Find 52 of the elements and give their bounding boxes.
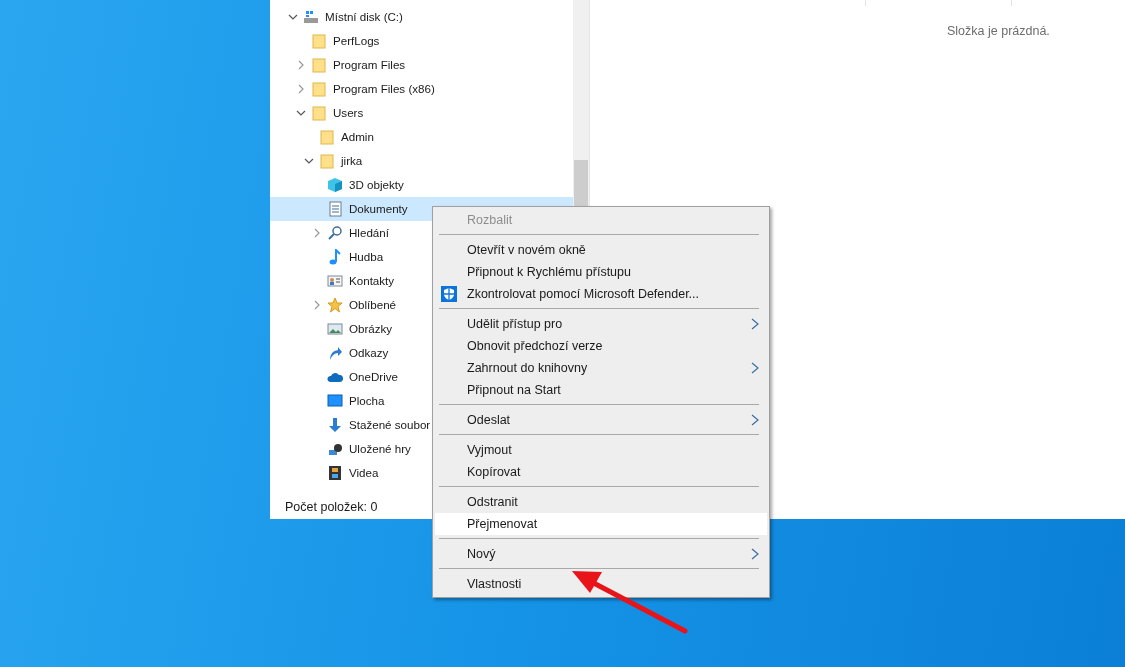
folder-icon [319, 153, 335, 169]
menu-item[interactable]: Odstranit [435, 491, 767, 513]
folder-icon [311, 81, 327, 97]
game-piece-icon [327, 441, 343, 457]
chevron-right-icon[interactable] [312, 228, 322, 238]
tree-item[interactable]: jirka [270, 149, 573, 173]
drive-icon [303, 9, 319, 25]
chevron-right-icon[interactable] [312, 300, 322, 310]
menu-item[interactable]: Otevřít v novém okně [435, 239, 767, 261]
tree-item[interactable]: Admin [270, 125, 573, 149]
menu-item[interactable]: Připnout k Rychlému přístupu [435, 261, 767, 283]
menu-item[interactable]: Odeslat [435, 409, 767, 431]
menu-item[interactable]: Obnovit předchozí verze [435, 335, 767, 357]
menu-item[interactable]: Vyjmout [435, 439, 767, 461]
magnifier-icon [327, 225, 343, 241]
chevron-right-icon[interactable] [296, 60, 306, 70]
tree-item[interactable]: Program Files (x86) [270, 77, 573, 101]
contact-card-icon [327, 273, 343, 289]
shield-icon [441, 286, 457, 302]
chevron-right-icon[interactable] [296, 84, 306, 94]
cube-icon [327, 177, 343, 193]
menu-item[interactable]: Vlastnosti [435, 573, 767, 595]
scrollbar-thumb[interactable] [574, 160, 588, 206]
tree-item[interactable]: PerfLogs [270, 29, 573, 53]
empty-folder-message: Složka je prázdná. [947, 23, 1050, 40]
menu-item[interactable]: Připnout na Start [435, 379, 767, 401]
menu-item[interactable]: Udělit přístup pro [435, 313, 767, 335]
folder-icon [311, 33, 327, 49]
tree-item[interactable]: Program Files [270, 53, 573, 77]
item-count: Počet položek: 0 [285, 498, 378, 516]
folder-icon [311, 105, 327, 121]
menu-item[interactable]: Kopírovat [435, 461, 767, 483]
down-arrow-icon [327, 417, 343, 433]
monitor-icon [327, 393, 343, 409]
menu-item[interactable]: Zahrnout do knihovny [435, 357, 767, 379]
chevron-down-icon[interactable] [288, 12, 298, 22]
tree-item[interactable]: Users [270, 101, 573, 125]
film-icon [327, 465, 343, 481]
picture-icon [327, 321, 343, 337]
chevron-down-icon[interactable] [296, 108, 306, 118]
document-icon [327, 201, 343, 217]
tree-item[interactable]: 3D objekty [270, 173, 573, 197]
chevron-down-icon[interactable] [304, 156, 314, 166]
menu-item[interactable]: Přejmenovat [435, 513, 767, 535]
shortcut-arrow-icon [327, 345, 343, 361]
folder-icon [319, 129, 335, 145]
menu-item[interactable]: Zkontrolovat pomocí Microsoft Defender... [435, 283, 767, 305]
folder-icon [311, 57, 327, 73]
music-note-icon [327, 249, 343, 265]
star-icon [327, 297, 343, 313]
menu-item[interactable]: Nový [435, 543, 767, 565]
tree-item[interactable]: Místní disk (C:) [270, 5, 573, 29]
